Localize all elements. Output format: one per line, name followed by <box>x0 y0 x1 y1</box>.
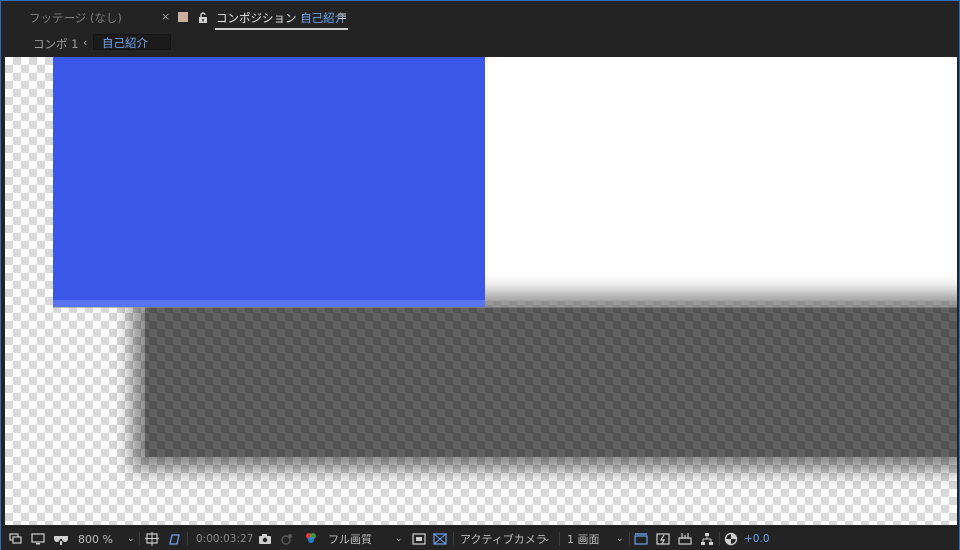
reset-exposure-icon[interactable] <box>724 531 738 547</box>
zoom-level[interactable]: 800 % <box>78 531 113 547</box>
close-tab-icon[interactable]: × <box>161 10 170 23</box>
transparency-grid-icon[interactable] <box>433 531 447 547</box>
camera-view-dropdown[interactable]: アクティブカメラ <box>460 531 547 547</box>
mask-icon[interactable] <box>53 531 69 547</box>
panel-menu-icon[interactable]: ≡ <box>337 9 347 23</box>
exposure-value[interactable]: +0.0 <box>744 531 770 547</box>
region-of-interest-icon[interactable] <box>145 531 159 547</box>
tab-footage[interactable]: フッテージ (なし) <box>29 10 122 26</box>
flowchart-icon[interactable] <box>700 531 714 547</box>
composition-viewer[interactable] <box>5 57 957 525</box>
current-time[interactable]: 0:00:03:27 <box>196 531 253 547</box>
divider <box>453 532 454 546</box>
divider <box>629 532 630 546</box>
timeline-icon[interactable] <box>678 531 692 547</box>
drop-shadow <box>145 307 957 457</box>
lock-open-icon[interactable] <box>197 9 209 23</box>
blue-shape-layer[interactable] <box>53 57 485 307</box>
divider <box>719 532 720 546</box>
tab-composition[interactable]: コンポジション 自己紹介 <box>216 10 346 26</box>
monitor-icon[interactable] <box>9 531 23 547</box>
show-snapshot-icon[interactable] <box>280 531 294 547</box>
resolution-chevron-icon[interactable]: ⌄ <box>395 531 403 547</box>
divider <box>187 532 188 546</box>
view-layout-chevron-icon[interactable]: ⌄ <box>616 531 624 547</box>
camera-icon[interactable] <box>258 531 272 547</box>
display-icon[interactable] <box>31 531 45 547</box>
camera-view-chevron-icon[interactable]: ⌄ <box>543 531 551 547</box>
viewer-toolbar: 800 % ⌄ 0:00:03:27 フル画質 ⌄ アクティブカメラ ⌄ 1 画… <box>1 527 959 550</box>
blue-shape-edge <box>53 300 485 307</box>
zoom-dropdown-chevron-icon[interactable]: ⌄ <box>127 531 135 547</box>
tab-composition-prefix: コンポジション <box>216 11 297 25</box>
view-layout-dropdown[interactable]: 1 画面 <box>567 531 600 547</box>
composition-breadcrumb: コンポ 1 ‹ 自己紹介 <box>1 31 959 55</box>
mask-path-visibility-icon[interactable] <box>167 531 181 547</box>
fast-previews-icon[interactable] <box>656 531 670 547</box>
breadcrumb-current-comp[interactable]: 自己紹介 <box>93 34 171 50</box>
composition-panel: フッテージ (なし) × コンポジション 自己紹介 ≡ コンポ 1 ‹ 自己紹介 <box>0 0 960 550</box>
panel-tab-bar: フッテージ (なし) × コンポジション 自己紹介 ≡ <box>1 1 959 31</box>
active-tab-indicator <box>215 28 348 30</box>
divider <box>139 532 140 546</box>
breadcrumb-arrow-icon: ‹ <box>83 36 88 49</box>
label-color-swatch[interactable] <box>178 12 188 22</box>
divider <box>559 532 560 546</box>
toggle-pixel-aspect-icon[interactable] <box>634 531 648 547</box>
fast-preview-icon[interactable] <box>412 531 426 547</box>
rgb-channel-icon[interactable] <box>303 531 319 547</box>
resolution-dropdown[interactable]: フル画質 <box>328 531 372 547</box>
breadcrumb-parent-comp[interactable]: コンポ 1 <box>33 36 78 52</box>
